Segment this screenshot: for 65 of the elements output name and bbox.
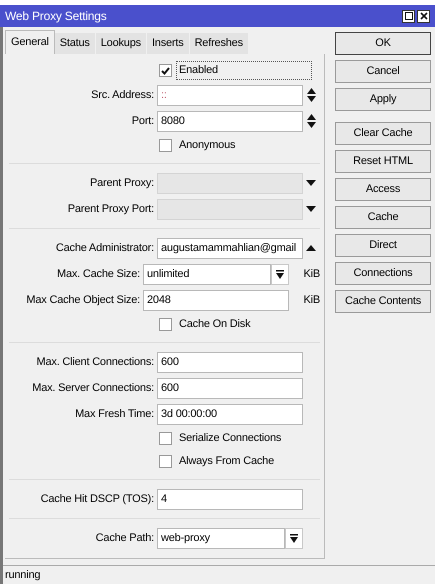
input-field[interactable]: 600: [157, 352, 303, 372]
checkbox[interactable]: [159, 455, 172, 468]
dialog-button[interactable]: Clear Cache: [335, 122, 431, 145]
field-label: Cache Hit DSCP (TOS):: [40, 492, 155, 507]
input-field[interactable]: ::: [157, 84, 303, 106]
maximize-button[interactable]: [402, 10, 415, 22]
tab[interactable]: Inserts: [146, 33, 190, 54]
dialog-button[interactable]: Cache Contents: [335, 290, 431, 313]
tab[interactable]: Refreshes: [190, 33, 249, 54]
input-field[interactable]: 3d 00:00:00: [157, 404, 303, 424]
close-button[interactable]: [417, 10, 430, 22]
dialog-button[interactable]: Cache: [335, 206, 431, 229]
unit-label: KiB: [303, 292, 320, 308]
field-label: Cache Administrator:: [54, 240, 155, 256]
input-field[interactable]: 600: [157, 378, 303, 398]
check-icon: [161, 66, 170, 74]
field-label: Src. Address:: [90, 88, 155, 103]
maximize-icon: [404, 12, 412, 20]
field-label: Max Cache Object Size:: [25, 292, 142, 308]
spin-arrows-icon[interactable]: [306, 88, 316, 102]
dialog-button[interactable]: Apply: [335, 88, 431, 111]
field-label: Parent Proxy:: [88, 176, 155, 191]
checkbox-label: Always From Cache: [178, 454, 276, 470]
input-field[interactable]: 2048: [143, 290, 290, 310]
field-label: Cache Path:: [94, 530, 155, 546]
expand-button[interactable]: [285, 528, 303, 548]
field-label: Max. Cache Size:: [56, 266, 142, 282]
collapse-icon[interactable]: [306, 245, 316, 251]
dialog-button[interactable]: Cancel: [335, 60, 431, 83]
field-label: Max. Server Connections:: [31, 380, 155, 396]
spin-arrows-icon[interactable]: [306, 114, 316, 128]
checkbox-label: Cache On Disk: [178, 317, 252, 332]
dropdown-icon[interactable]: [306, 180, 316, 186]
input-field[interactable]: web-proxy: [157, 528, 285, 548]
tab[interactable]: General: [5, 30, 55, 54]
input-field[interactable]: unlimited: [143, 264, 272, 284]
window-title: Web Proxy Settings: [5, 8, 107, 25]
field-label: Max. Client Connections:: [36, 354, 155, 370]
expand-icon: [290, 534, 298, 542]
checkbox[interactable]: [159, 64, 172, 77]
field-label: Port:: [130, 114, 155, 129]
checkbox-label: Enabled: [176, 61, 312, 80]
tab[interactable]: Lookups: [96, 33, 147, 54]
dialog-button[interactable]: Direct: [335, 234, 431, 257]
input-field[interactable]: 4: [157, 488, 303, 510]
dialog-button[interactable]: Connections: [335, 262, 431, 285]
dialog-button[interactable]: Reset HTML: [335, 150, 431, 173]
dialog-button[interactable]: Access: [335, 178, 431, 201]
input-field[interactable]: augustamammahlian@gmail: [157, 238, 303, 258]
dropdown-icon[interactable]: [306, 206, 316, 212]
checkbox[interactable]: [159, 318, 172, 331]
expand-button[interactable]: [271, 264, 290, 284]
field-label: Max Fresh Time:: [74, 406, 155, 422]
checkbox[interactable]: [159, 139, 172, 152]
unit-label: KiB: [303, 266, 320, 282]
close-icon: [420, 12, 428, 20]
checkbox-label: Serialize Connections: [178, 431, 282, 446]
expand-icon: [276, 270, 284, 278]
status-text: running: [5, 568, 40, 583]
dialog-button[interactable]: OK: [335, 32, 431, 55]
field-label: Parent Proxy Port:: [66, 202, 155, 217]
checkbox-label: Anonymous: [178, 138, 236, 154]
checkbox[interactable]: [159, 432, 172, 445]
input-field[interactable]: 8080: [157, 110, 303, 132]
tab[interactable]: Status: [54, 33, 96, 54]
